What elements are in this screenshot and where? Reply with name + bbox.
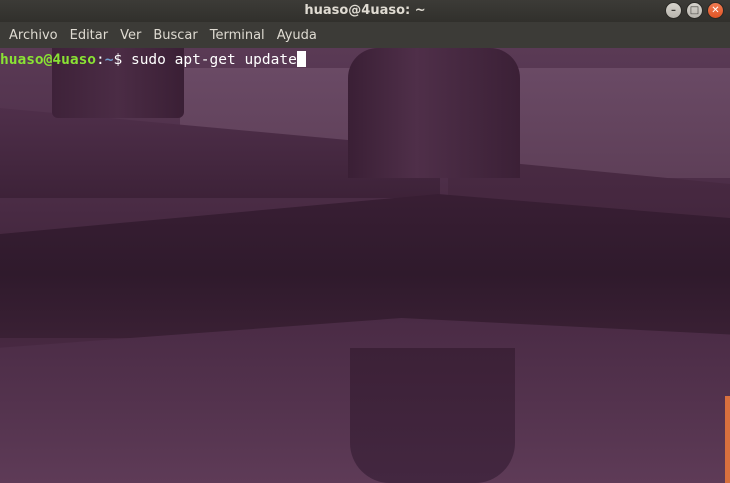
background-pillar-center [348, 48, 520, 178]
menu-buscar[interactable]: Buscar [147, 28, 203, 43]
scrollbar-accent[interactable] [725, 396, 730, 483]
menu-editar[interactable]: Editar [64, 28, 115, 43]
text-cursor [296, 51, 306, 67]
menu-terminal[interactable]: Terminal [204, 28, 271, 43]
maximize-button[interactable]: □ [686, 2, 703, 19]
maximize-icon: □ [689, 4, 700, 16]
close-icon: ✕ [711, 4, 720, 16]
close-button[interactable]: ✕ [707, 2, 724, 19]
background-reflection [350, 348, 515, 483]
title-bar[interactable]: huaso@4uaso: ~ – □ ✕ [0, 0, 730, 22]
prompt-symbol: $ [113, 52, 131, 68]
terminal-output-area[interactable]: huaso@4uaso:~$ sudo apt-get update [0, 48, 730, 483]
minimize-icon: – [671, 4, 676, 16]
prompt-path: ~ [104, 52, 114, 68]
terminal-window: huaso@4uaso: ~ – □ ✕ Archivo Editar Ver … [0, 0, 730, 483]
menu-bar: Archivo Editar Ver Buscar Terminal Ayuda [0, 22, 730, 48]
window-controls: – □ ✕ [665, 2, 724, 19]
command-line[interactable]: huaso@4uaso:~$ sudo apt-get update [0, 51, 306, 69]
menu-archivo[interactable]: Archivo [3, 28, 64, 43]
menu-ayuda[interactable]: Ayuda [271, 28, 323, 43]
menu-ver[interactable]: Ver [114, 28, 147, 43]
command-text: sudo apt-get update [130, 52, 297, 68]
minimize-button[interactable]: – [665, 2, 682, 19]
prompt-user: huaso@4uaso [0, 52, 97, 68]
window-title: huaso@4uaso: ~ [304, 3, 426, 18]
prompt-separator: : [96, 52, 105, 68]
